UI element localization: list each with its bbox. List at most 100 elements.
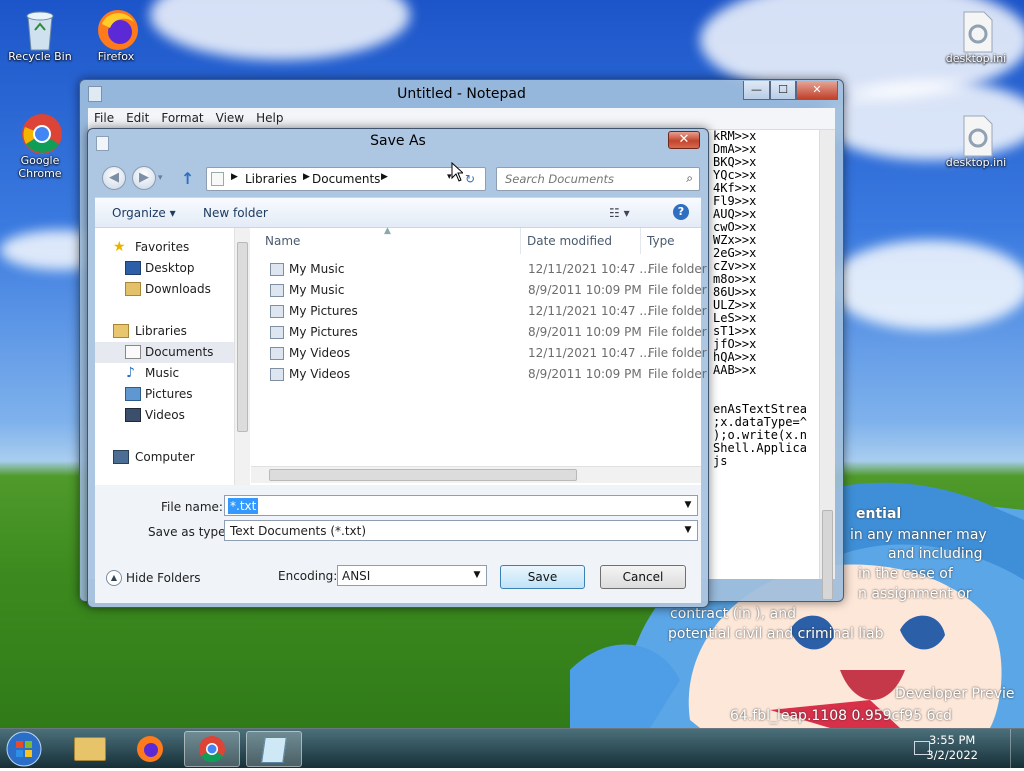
taskbar-chrome[interactable]: [184, 731, 240, 767]
desktop-icon-desktop-ini[interactable]: desktop.ini: [936, 114, 1016, 169]
desktop-icon-desktop-ini[interactable]: desktop.ini: [936, 10, 1016, 65]
save-as-dialog[interactable]: Save As ✕ ◀ ▶ ▾ ↑ ▶ Libraries ▶ Document…: [87, 128, 709, 608]
organize-button[interactable]: Organize ▾: [112, 206, 176, 220]
chevron-down-icon[interactable]: ▼: [471, 569, 483, 582]
scrollbar-thumb[interactable]: [822, 510, 833, 600]
navigation-pane: ★ Favorites Desktop Downloads Libraries: [95, 228, 241, 485]
menu-file[interactable]: File: [88, 108, 120, 128]
save-as-type-select[interactable]: Text Documents (*.txt) ▼: [224, 520, 698, 541]
nav-computer[interactable]: Computer: [95, 447, 235, 468]
show-desktop-button[interactable]: [1010, 729, 1024, 769]
clock[interactable]: 3:55 PM 3/2/2022: [926, 733, 978, 763]
breadcrumb-libraries[interactable]: Libraries: [245, 172, 297, 186]
close-button[interactable]: ✕: [668, 131, 700, 149]
dialog-body: ★ Favorites Desktop Downloads Libraries: [95, 226, 707, 485]
nav-libraries[interactable]: Libraries: [95, 321, 235, 342]
hide-folders-chevron-icon[interactable]: ▲: [106, 570, 122, 586]
back-button[interactable]: ◀: [102, 166, 126, 190]
vertical-scrollbar[interactable]: [819, 130, 835, 600]
file-name-field[interactable]: ▼: [224, 495, 698, 516]
hide-folders-button[interactable]: Hide Folders: [126, 571, 201, 585]
list-item[interactable]: My Videos 12/11/2021 10:47 ... File folder: [267, 343, 707, 364]
taskbar-firefox[interactable]: [122, 731, 178, 767]
file-name: My Pictures: [289, 304, 358, 318]
minimize-button[interactable]: —: [743, 81, 770, 100]
cancel-button[interactable]: Cancel: [600, 565, 686, 589]
new-folder-button[interactable]: New folder: [203, 206, 268, 220]
breadcrumb-documents[interactable]: Documents: [312, 172, 380, 186]
list-item[interactable]: My Pictures 12/11/2021 10:47 ... File fold…: [267, 301, 707, 322]
history-dropdown-icon[interactable]: ▾: [158, 173, 163, 183]
menu-edit[interactable]: Edit: [120, 108, 155, 128]
wallpaper-text: in the case of: [858, 566, 953, 582]
file-type: File folder: [648, 262, 707, 276]
search-input[interactable]: [503, 170, 673, 188]
desktop-icon-recycle-bin[interactable]: Recycle Bin: [0, 8, 80, 63]
breadcrumb-arrow-icon: ▶: [303, 172, 310, 182]
scrollbar-thumb[interactable]: [237, 242, 248, 432]
search-box[interactable]: ⌕: [496, 167, 700, 191]
folder-shortcut-icon: [270, 263, 284, 276]
address-bar[interactable]: ▶ Libraries ▶ Documents ▶ ▾ ↻: [206, 167, 486, 191]
downloads-folder-icon: [125, 282, 141, 296]
list-item[interactable]: My Pictures 8/9/2011 10:09 PM File folder: [267, 322, 707, 343]
scrollbar-thumb[interactable]: [269, 469, 577, 481]
nav-label: Pictures: [145, 387, 193, 401]
forward-button[interactable]: ▶: [132, 166, 156, 190]
menu-format[interactable]: Format: [155, 108, 209, 128]
desktop-icon-chrome[interactable]: Google Chrome: [0, 112, 80, 180]
column-header-date-modified[interactable]: Date modified: [521, 228, 641, 254]
nav-desktop[interactable]: Desktop: [95, 258, 235, 279]
menu-view[interactable]: View: [210, 108, 250, 128]
file-name-input[interactable]: [228, 498, 258, 514]
wallpaper-text: contract (in ), and: [670, 606, 796, 622]
nav-documents[interactable]: Documents: [95, 342, 235, 363]
file-date: 12/11/2021 10:47 ...: [528, 346, 651, 360]
start-button[interactable]: [4, 730, 44, 768]
nav-label: Downloads: [145, 282, 211, 296]
encoding-label: Encoding:: [278, 569, 338, 583]
taskbar-notepad[interactable]: [246, 731, 302, 767]
file-list[interactable]: Name Date modified Type ▲ My Music 12/11/…: [251, 226, 707, 485]
close-button[interactable]: ✕: [796, 81, 838, 100]
up-folder-button[interactable]: ↑: [181, 169, 194, 188]
refresh-icon[interactable]: ↻: [465, 172, 475, 186]
save-button[interactable]: Save: [500, 565, 585, 589]
nav-favorites[interactable]: ★ Favorites: [95, 237, 235, 258]
horizontal-scrollbar[interactable]: [251, 466, 701, 483]
nav-videos[interactable]: Videos: [95, 405, 235, 426]
taskbar-explorer[interactable]: [62, 731, 118, 767]
save-as-type-value: Text Documents (*.txt): [230, 524, 367, 538]
help-icon[interactable]: ?: [673, 204, 689, 220]
nav-label: Computer: [135, 450, 195, 464]
desktop-icon-firefox[interactable]: Firefox: [76, 8, 156, 63]
column-header-type[interactable]: Type: [641, 228, 701, 254]
nav-scrollbar[interactable]: [234, 228, 250, 485]
nav-label: Favorites: [135, 240, 190, 254]
dialog-title: Save As: [370, 133, 426, 149]
folder-shortcut-icon: [270, 368, 284, 381]
save-options-panel: File name: ▼ Save as type: Text Document…: [95, 485, 701, 603]
encoding-select[interactable]: ANSI ▼: [337, 565, 487, 586]
chevron-down-icon[interactable]: ▼: [682, 499, 694, 512]
list-item[interactable]: My Music 8/9/2011 10:09 PM File folder: [267, 280, 707, 301]
file-date: 12/11/2021 10:47 ...: [528, 304, 651, 318]
wallpaper-text: n assignment or: [858, 586, 972, 602]
wallpaper-text: ential: [856, 506, 902, 522]
text-line: Shell.Applica: [713, 441, 807, 455]
nav-pictures[interactable]: Pictures: [95, 384, 235, 405]
file-name: My Music: [289, 262, 345, 276]
chevron-down-icon[interactable]: ▼: [682, 524, 694, 537]
pictures-icon: [125, 387, 141, 401]
list-item[interactable]: My Music 12/11/2021 10:47 ... File folder: [267, 259, 707, 280]
list-item[interactable]: My Videos 8/9/2011 10:09 PM File folder: [267, 364, 707, 385]
nav-music[interactable]: ♪ Music: [95, 363, 235, 384]
menu-help[interactable]: Help: [250, 108, 289, 128]
search-icon[interactable]: ⌕: [686, 171, 693, 186]
library-icon: [211, 172, 224, 186]
file-type: File folder: [648, 346, 707, 360]
nav-downloads[interactable]: Downloads: [95, 279, 235, 300]
view-options-icon[interactable]: ☷ ▾: [609, 206, 630, 220]
maximize-button[interactable]: ☐: [770, 81, 796, 100]
file-type: File folder: [648, 304, 707, 318]
